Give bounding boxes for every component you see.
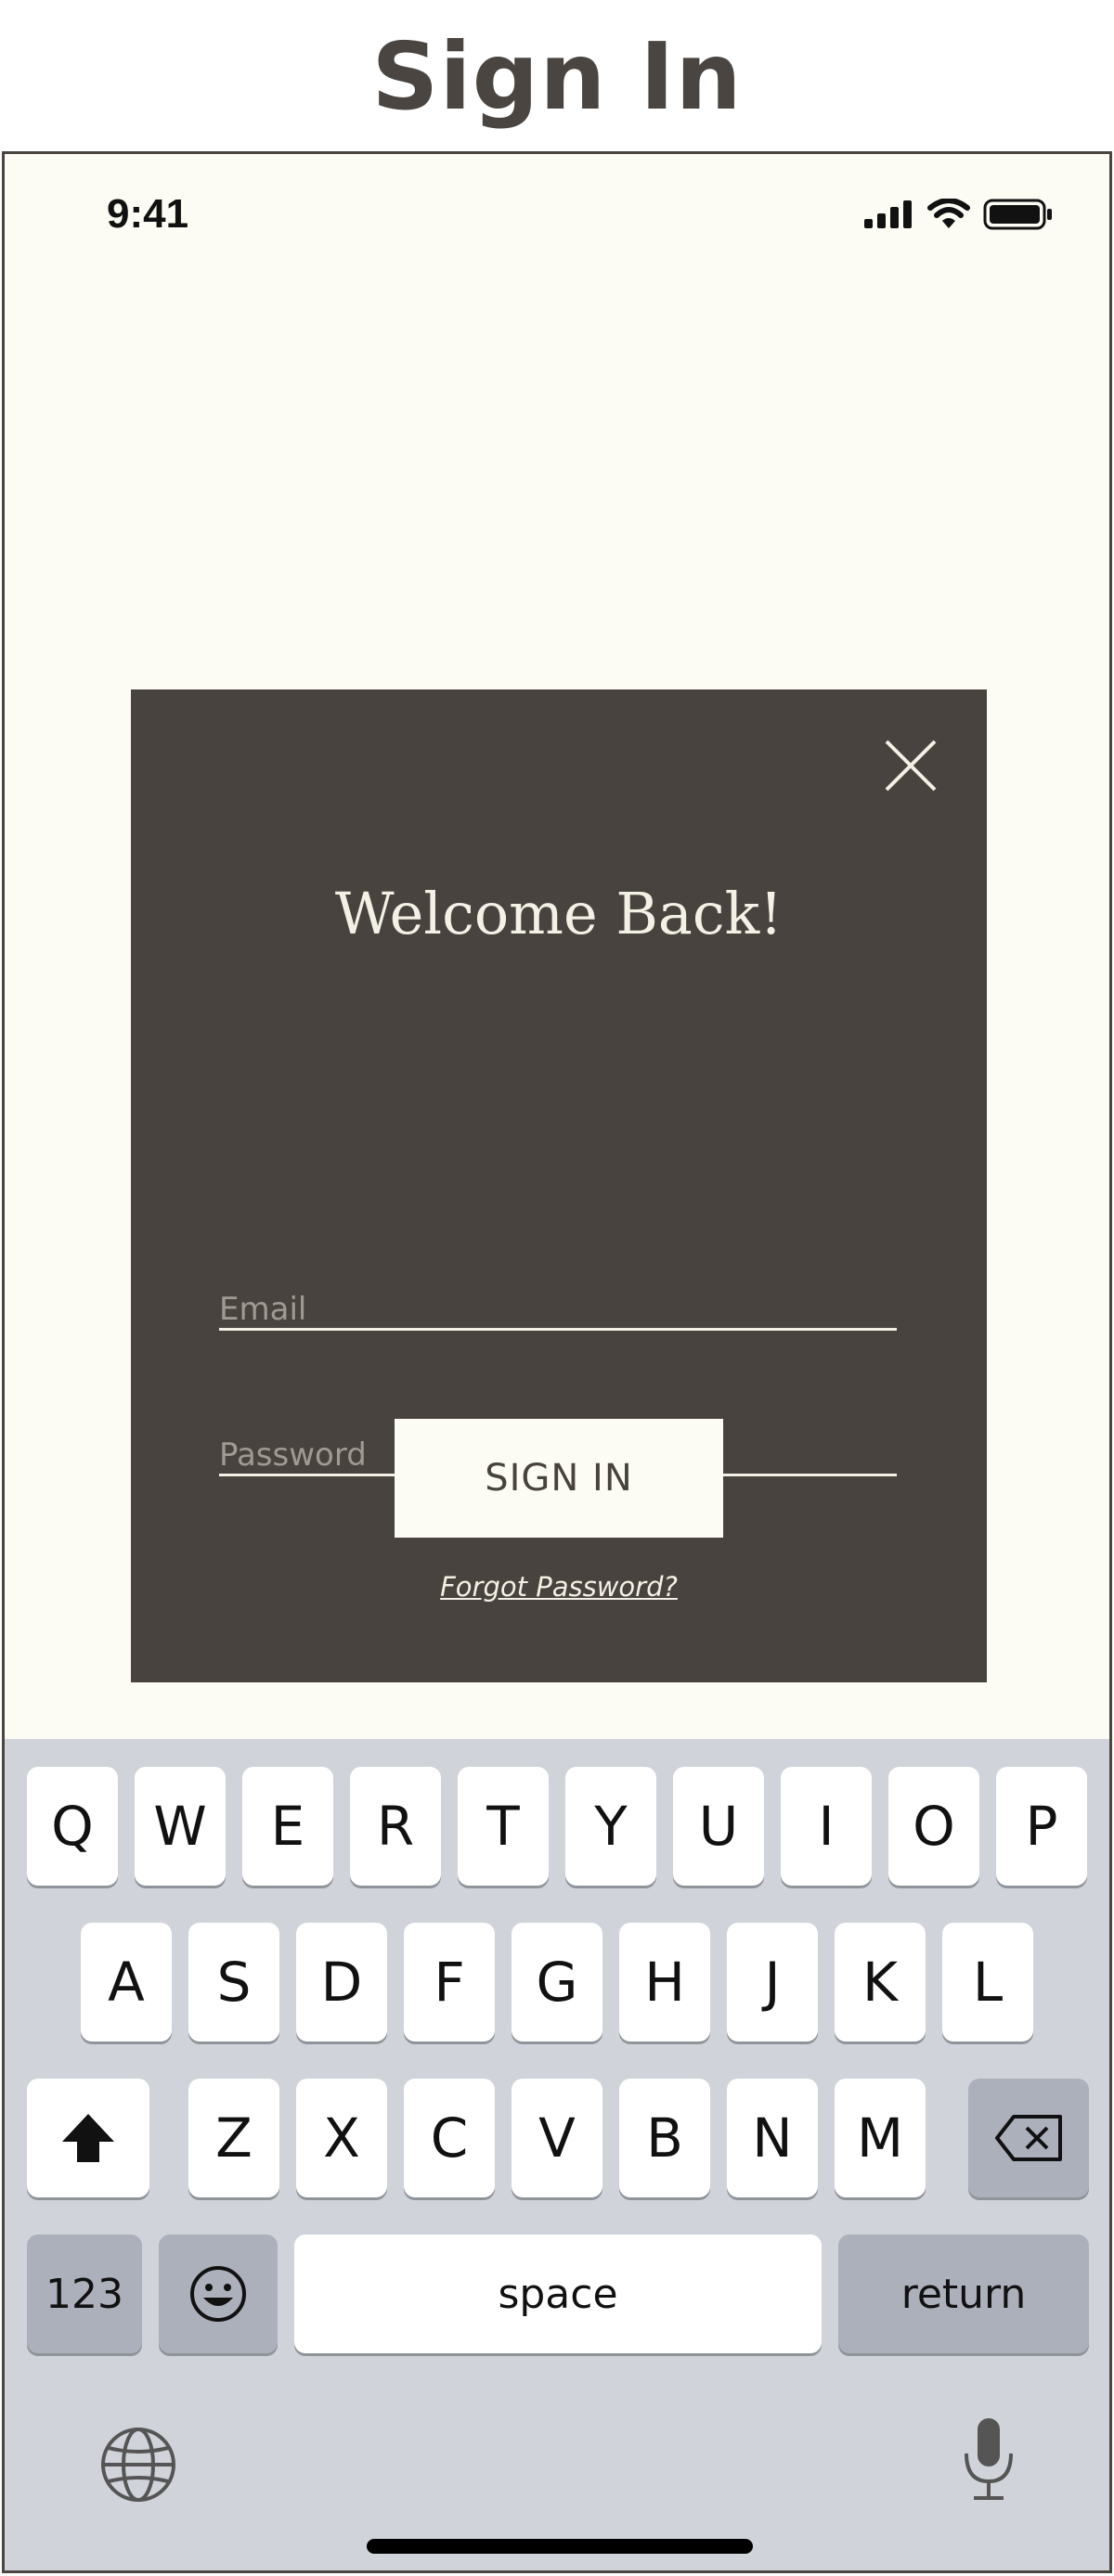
key-e[interactable]: E (242, 1767, 333, 1886)
status-icons (864, 199, 1054, 230)
battery-icon (983, 199, 1052, 230)
key-g[interactable]: G (512, 1923, 602, 2041)
emoji-icon (190, 2266, 246, 2322)
signal-icon (864, 200, 912, 228)
key-u[interactable]: U (673, 1767, 764, 1886)
key-j[interactable]: J (727, 1923, 818, 2041)
status-time: 9:41 (107, 191, 189, 237)
key-v[interactable]: V (512, 2079, 602, 2197)
close-icon (885, 740, 937, 792)
key-s[interactable]: S (188, 1923, 279, 2041)
space-key[interactable]: space (294, 2235, 822, 2353)
key-f[interactable]: F (404, 1923, 495, 2041)
shift-key[interactable] (27, 2079, 149, 2197)
key-r[interactable]: R (350, 1767, 441, 1886)
email-field (219, 1272, 897, 1337)
globe-button[interactable] (99, 2426, 177, 2508)
backspace-icon (995, 2115, 1062, 2161)
key-w[interactable]: W (135, 1767, 226, 1886)
phone-frame: 9:41 Welcome Back! Email SIGN IN Forgot … (2, 151, 1112, 2573)
status-bar: 9:41 (5, 154, 1109, 284)
home-indicator[interactable] (367, 2539, 753, 2554)
close-button[interactable] (883, 738, 939, 793)
key-b[interactable]: B (619, 2079, 710, 2197)
microphone-icon (965, 2418, 1013, 2500)
forgot-password-link[interactable]: Forgot Password? (131, 1571, 987, 1603)
key-p[interactable]: P (996, 1767, 1087, 1886)
key-h[interactable]: H (619, 1923, 710, 2041)
key-y[interactable]: Y (565, 1767, 656, 1886)
key-k[interactable]: K (835, 1923, 926, 2041)
backspace-key[interactable] (968, 2079, 1089, 2197)
key-a[interactable]: A (81, 1923, 172, 2041)
keyboard: Q W E R T Y U I O P A S D F G H J K L Z … (5, 1739, 1109, 2570)
email-input[interactable] (219, 1272, 897, 1337)
key-x[interactable]: X (296, 2079, 387, 2197)
key-m[interactable]: M (835, 2079, 926, 2197)
globe-icon (101, 2428, 175, 2502)
key-n[interactable]: N (727, 2079, 818, 2197)
microphone-button[interactable] (961, 2416, 1017, 2508)
key-c[interactable]: C (404, 2079, 495, 2197)
page-heading: Sign In (371, 22, 743, 131)
numbers-key[interactable]: 123 (27, 2235, 142, 2353)
key-l[interactable]: L (942, 1923, 1033, 2041)
key-i[interactable]: I (781, 1767, 872, 1886)
key-q[interactable]: Q (27, 1767, 118, 1886)
sign-in-button[interactable]: SIGN IN (395, 1419, 723, 1538)
sign-in-modal: Welcome Back! SIGN IN Forgot Password? (131, 689, 987, 1682)
key-t[interactable]: T (458, 1767, 549, 1886)
return-key[interactable]: return (838, 2235, 1089, 2353)
emoji-key[interactable] (159, 2235, 278, 2353)
key-z[interactable]: Z (188, 2079, 279, 2197)
shift-icon (62, 2114, 114, 2162)
modal-title: Welcome Back! (334, 880, 784, 947)
key-d[interactable]: D (296, 1923, 387, 2041)
wifi-icon (927, 199, 970, 228)
key-o[interactable]: O (888, 1767, 979, 1886)
